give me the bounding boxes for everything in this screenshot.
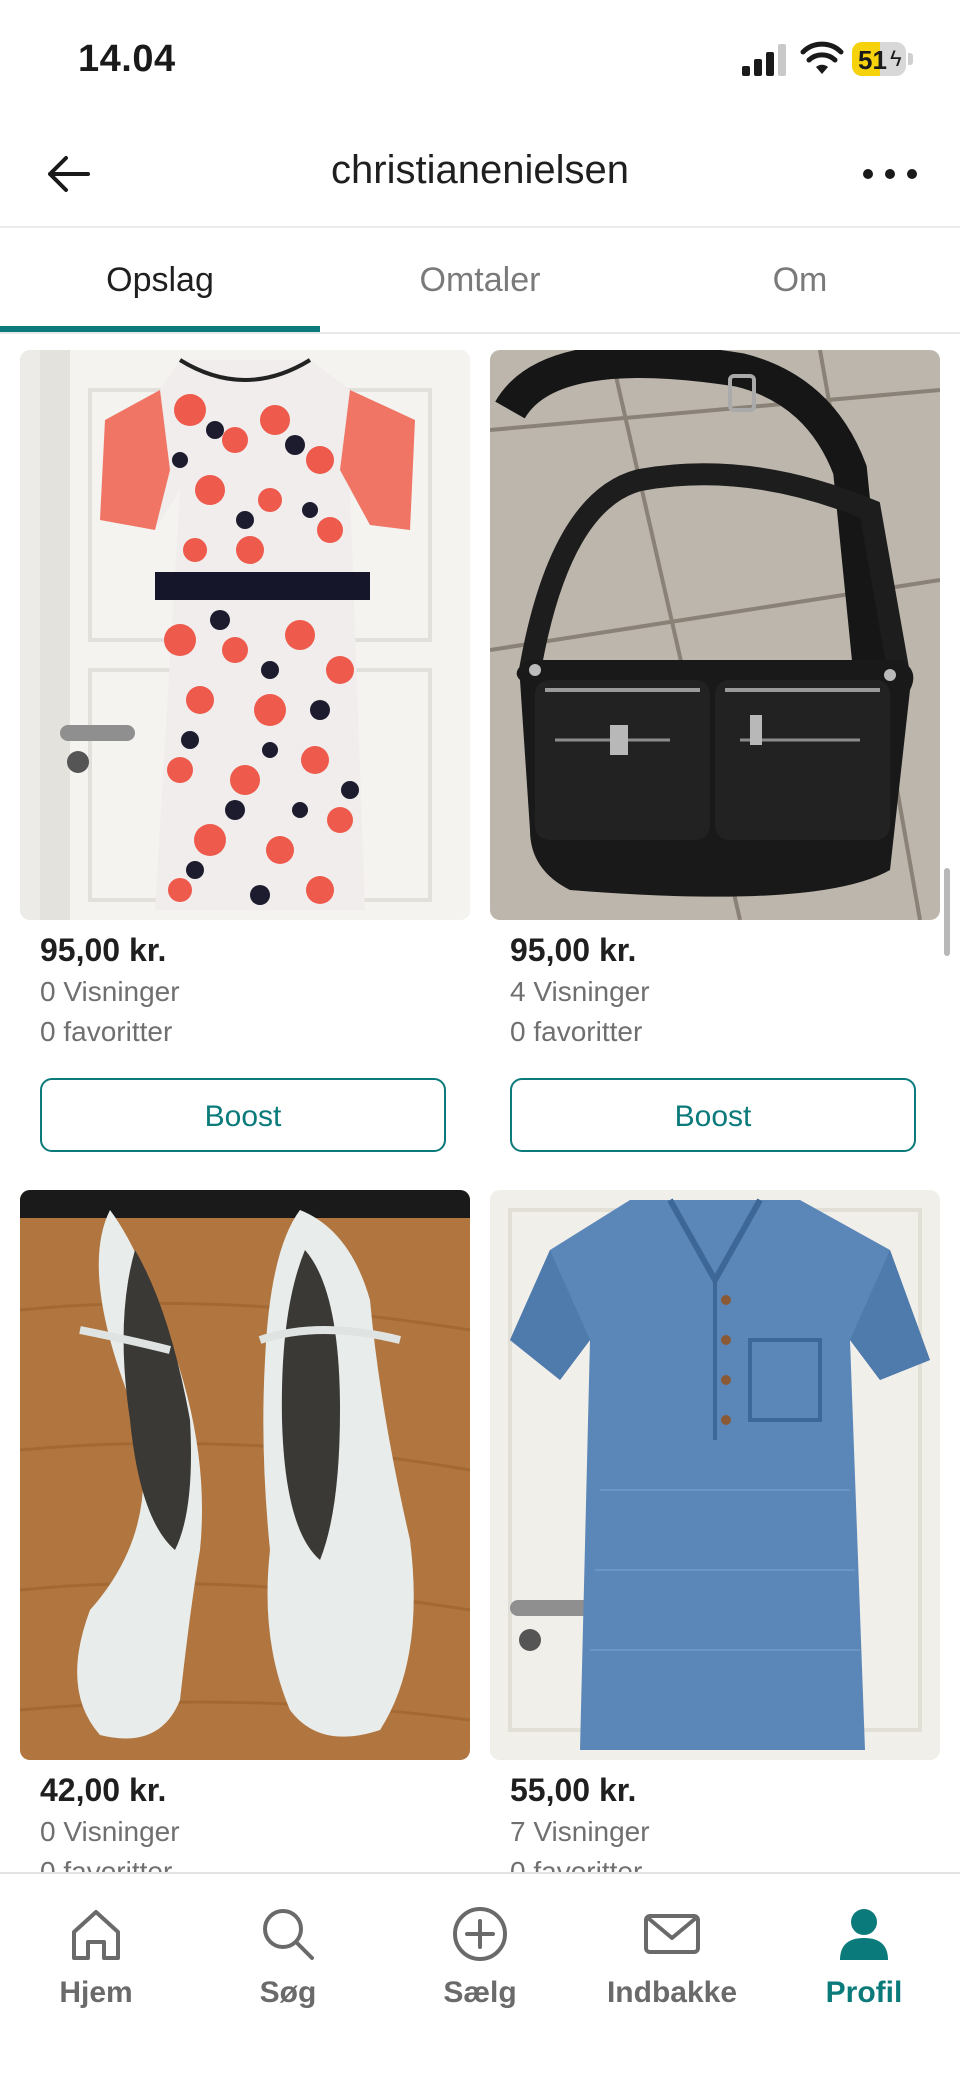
- plus-circle-icon: [453, 1907, 507, 1961]
- nav-label: Indbakke: [606, 1976, 738, 2009]
- listing-image[interactable]: [20, 350, 470, 920]
- person-icon: [840, 1909, 888, 1960]
- top-app-bar: christianenielsen: [0, 120, 960, 228]
- listing-price: 55,00 kr.: [510, 1772, 637, 1808]
- listing-views: 0 Visninger: [40, 976, 180, 1007]
- search-icon: [263, 1909, 314, 1960]
- listing-views: 4 Visninger: [510, 976, 650, 1007]
- listing-views: 0 Visninger: [40, 1816, 180, 1847]
- boost-button[interactable]: Boost: [510, 1078, 916, 1152]
- wifi-icon: [800, 41, 844, 74]
- mail-icon: [644, 1914, 700, 1954]
- listing-favorites: 0 favoritter: [510, 1016, 643, 1047]
- charging-bolt-icon: ϟ: [890, 46, 902, 71]
- scrollbar[interactable]: [944, 868, 950, 956]
- status-time: 14.04: [78, 38, 176, 80]
- listing-card[interactable]: 95,00 kr. 4 Visninger 0 favoritter Boost: [490, 350, 940, 1180]
- tab-om[interactable]: Om: [640, 228, 960, 332]
- bottom-navigation: Hjem Søg Sælg Indbakke Profil: [0, 1872, 960, 2078]
- battery-level: 51: [858, 45, 887, 75]
- listing-price: 95,00 kr.: [40, 932, 167, 968]
- listing-image[interactable]: [490, 350, 940, 920]
- page-title: christianenielsen: [331, 148, 629, 192]
- status-bar: 14.04 51 ϟ: [0, 0, 960, 120]
- tab-opslag[interactable]: Opslag: [0, 228, 320, 332]
- listing-favorites: 0 favoritter: [510, 1856, 643, 1872]
- nav-label: Hjem: [59, 1976, 133, 2009]
- signal-icon: [742, 44, 786, 76]
- listing-favorites: 0 favoritter: [40, 1856, 173, 1872]
- nav-label: Søg: [259, 1976, 317, 2009]
- battery-icon: 51 ϟ: [852, 42, 914, 76]
- boost-button[interactable]: Boost: [40, 1078, 446, 1152]
- nav-label: Sælg: [443, 1976, 517, 2009]
- nav-label: Profil: [825, 1976, 903, 2009]
- tab-omtaler[interactable]: Omtaler: [320, 228, 640, 332]
- home-icon: [72, 1910, 120, 1960]
- listing-card[interactable]: 55,00 kr. 7 Visninger 0 favoritter: [490, 1190, 940, 1872]
- listing-card[interactable]: 42,00 kr. 0 Visninger 0 favoritter: [20, 1190, 470, 1872]
- nav-item-saelg[interactable]: Sælg: [384, 1890, 576, 2030]
- nav-item-indbakke[interactable]: Indbakke: [576, 1890, 768, 2030]
- more-options-icon[interactable]: [860, 156, 920, 192]
- nav-item-sog[interactable]: Søg: [192, 1890, 384, 2030]
- listing-price: 42,00 kr.: [40, 1772, 167, 1808]
- listing-favorites: 0 favoritter: [40, 1016, 173, 1047]
- profile-screen: 14.04 51 ϟ christianenielsen Opslag Omta…: [0, 0, 960, 2078]
- nav-item-profil[interactable]: Profil: [768, 1890, 960, 2030]
- listing-card[interactable]: 95,00 kr. 0 Visninger 0 favoritter Boost: [20, 350, 470, 1180]
- listing-views: 7 Visninger: [510, 1816, 650, 1847]
- listing-image[interactable]: [20, 1190, 470, 1760]
- listing-price: 95,00 kr.: [510, 932, 637, 968]
- listing-image[interactable]: [490, 1190, 940, 1760]
- nav-item-hjem[interactable]: Hjem: [0, 1890, 192, 2030]
- profile-tabs: Opslag Omtaler Om: [0, 228, 960, 334]
- listings-grid: 95,00 kr. 0 Visninger 0 favoritter Boost: [0, 332, 960, 1872]
